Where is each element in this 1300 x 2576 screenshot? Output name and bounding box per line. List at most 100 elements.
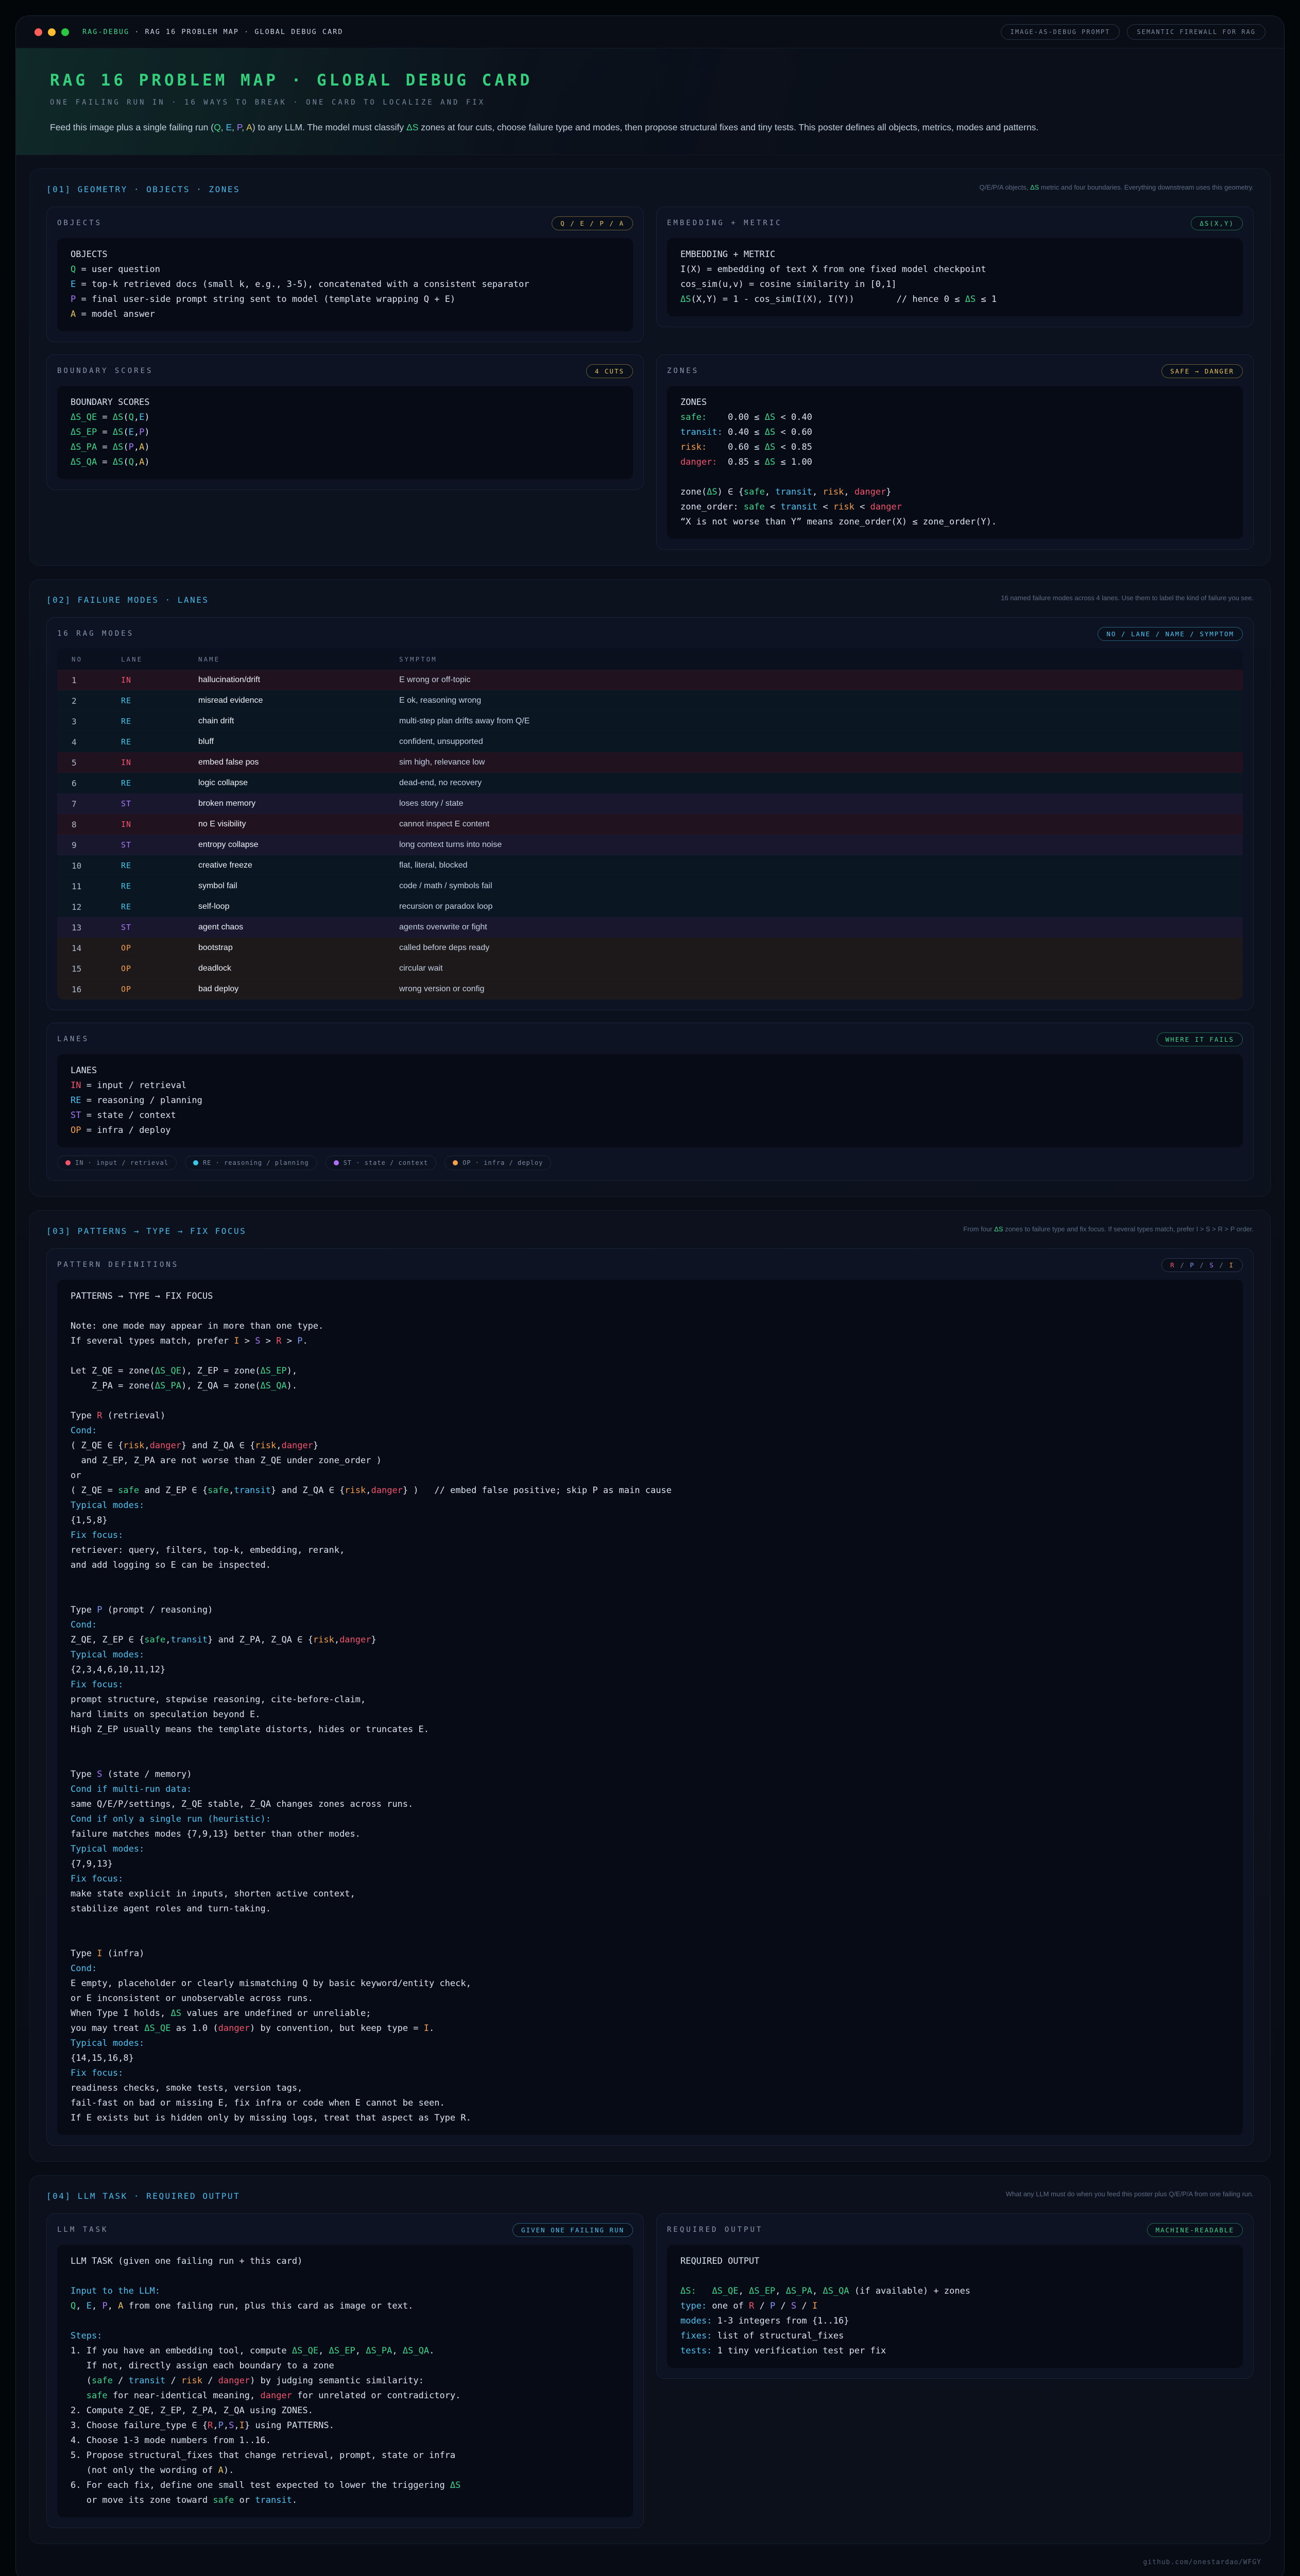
table-row: 10REcreative freezeflat, literal, blocke… [57, 855, 1243, 876]
column-header-no: NO [72, 655, 121, 663]
cell-symptom: agents overwrite or fight [399, 923, 1228, 932]
cell-lane: RE [121, 717, 198, 726]
table-row: 2REmisread evidenceE ok, reasoning wrong [57, 690, 1243, 711]
code-line: LANES [71, 1063, 1229, 1078]
code-line [71, 1573, 1229, 1588]
code-line: risk: 0.60 ≤ ΔS < 0.85 [680, 440, 1229, 455]
cell-lane: RE [121, 696, 198, 705]
cell-name: deadlock [198, 964, 399, 973]
modes-table: NO LANE NAME SYMPTOM 1INhallucination/dr… [57, 649, 1243, 999]
code-line: E empty, placeholder or clearly mismatch… [71, 1976, 1229, 1991]
code-line: 1. If you have an embedding tool, comput… [71, 2344, 620, 2359]
code-block-required-output: REQUIRED OUTPUT ΔS: ΔS_QE, ΔS_EP, ΔS_PA,… [667, 2245, 1243, 2368]
code-line: Type P (prompt / reasoning) [71, 1603, 1229, 1618]
cell-no: 6 [72, 778, 121, 788]
lane-color-dot-icon [193, 1160, 198, 1165]
close-window-icon[interactable] [35, 28, 42, 36]
cell-symptom: recursion or paradox loop [399, 902, 1228, 911]
code-line: readiness checks, smoke tests, version t… [71, 2081, 1229, 2096]
code-line: (safe / transit / risk / danger) by judg… [71, 2374, 620, 2388]
cell-lane: RE [121, 778, 198, 788]
code-line: or E inconsistent or unobservable across… [71, 1991, 1229, 2006]
hero-banner: RAG 16 PROBLEM MAP · GLOBAL DEBUG CARD O… [16, 48, 1284, 155]
code-line: make state explicit in inputs, shorten a… [71, 1887, 1229, 1902]
code-line: ΔS_EP = ΔS(E,P) [71, 425, 620, 440]
lane-color-dot-icon [65, 1160, 71, 1165]
cell-no: 4 [72, 737, 121, 747]
code-line: you may treat ΔS_QE as 1.0 (danger) by c… [71, 2021, 1229, 2036]
code-line [71, 2314, 620, 2329]
table-header: NO LANE NAME SYMPTOM [57, 649, 1243, 670]
badge-image-as-debug-prompt: IMAGE-AS-DEBUG PROMPT [1001, 24, 1120, 40]
code-block-patterns: PATTERNS → TYPE → FIX FOCUS Note: one mo… [57, 1280, 1243, 2135]
cell-lane: RE [121, 882, 198, 891]
code-line: ΔS(X,Y) = 1 - cos_sim(I(X), I(Y)) // hen… [680, 292, 1229, 307]
legend-chip: ST · state / context [326, 1156, 437, 1170]
panel-label: EMBEDDING + METRIC [667, 219, 782, 227]
section-title: [03] PATTERNS → TYPE → FIX FOCUS [46, 1224, 246, 1236]
code-line: 6. For each fix, define one small test e… [71, 2478, 620, 2493]
cell-name: self-loop [198, 902, 399, 911]
minimize-window-icon[interactable] [48, 28, 56, 36]
code-line: {2,3,4,6,10,11,12} [71, 1663, 1229, 1677]
table-row: 13STagent chaosagents overwrite or fight [57, 917, 1243, 938]
cell-no: 16 [72, 985, 121, 994]
code-line: PATTERNS → TYPE → FIX FOCUS [71, 1289, 1229, 1304]
cell-no: 10 [72, 861, 121, 871]
cell-no: 13 [72, 923, 121, 933]
cell-symptom: flat, literal, blocked [399, 861, 1228, 870]
lane-color-dot-icon [453, 1160, 458, 1165]
code-line: failure matches modes {7,9,13} better th… [71, 1827, 1229, 1842]
code-line: E = top-k retrieved docs (small k, e.g.,… [71, 277, 620, 292]
code-line: Note: one mode may appear in more than o… [71, 1319, 1229, 1334]
code-line: If several types match, prefer I > S > R… [71, 1334, 1229, 1349]
section-note: From four ΔS zones to failure type and f… [963, 1224, 1254, 1234]
code-block-zones: ZONESsafe: 0.00 ≤ ΔS < 0.40transit: 0.40… [667, 386, 1243, 539]
section-note: Q/E/P/A objects, ΔS metric and four boun… [980, 182, 1254, 192]
panel-label: PATTERN DEFINITIONS [57, 1261, 179, 1269]
cell-no: 15 [72, 964, 121, 974]
code-line: stabilize agent roles and turn-taking. [71, 1902, 1229, 1917]
cell-lane: OP [121, 985, 198, 994]
code-line: RE = reasoning / planning [71, 1093, 1229, 1108]
panel-label: LLM TASK [57, 2226, 108, 2234]
code-line: Typical modes: [71, 2036, 1229, 2051]
section-patterns-type-fix-focus: [03] PATTERNS → TYPE → FIX FOCUS From fo… [29, 1210, 1271, 2162]
code-line: “X is not worse than Y” means zone_order… [680, 515, 1229, 530]
cell-lane: IN [121, 820, 198, 829]
panel-lanes: LANES WHERE IT FAILS LANESIN = input / r… [46, 1023, 1254, 1181]
code-line: Cond if only a single run (heuristic): [71, 1812, 1229, 1827]
cell-name: entropy collapse [198, 840, 399, 850]
section-geometry-objects-zones: [01] GEOMETRY · OBJECTS · ZONES Q/E/P/A … [29, 168, 1271, 566]
maximize-window-icon[interactable] [61, 28, 69, 36]
panel-pill-rpsi: R / P / S / I [1161, 1258, 1243, 1272]
code-line: zone_order: safe < transit < risk < dang… [680, 500, 1229, 515]
code-line: hard limits on speculation beyond E. [71, 1707, 1229, 1722]
code-line: EMBEDDING + METRIC [680, 247, 1229, 262]
code-line: Cond: [71, 1423, 1229, 1438]
table-row: 3REchain driftmulti-step plan drifts awa… [57, 711, 1243, 732]
github-link[interactable]: github.com/onestardao/WFGY [1143, 2558, 1262, 2566]
cell-no: 14 [72, 943, 121, 953]
cell-lane: IN [121, 675, 198, 685]
cell-symptom: called before deps ready [399, 943, 1228, 953]
code-line: ΔS: ΔS_QE, ΔS_EP, ΔS_PA, ΔS_QA (if avail… [680, 2284, 1229, 2299]
code-line: 5. Propose structural_fixes that change … [71, 2448, 620, 2463]
table-row: 9STentropy collapselong context turns in… [57, 835, 1243, 855]
lanes-legend: IN · input / retrievalRE · reasoning / p… [57, 1156, 1243, 1170]
panel-pill-safe-danger: SAFE → DANGER [1161, 364, 1243, 378]
code-line: safe for near-identical meaning, danger … [71, 2388, 620, 2403]
section-title: [02] FAILURE MODES · LANES [46, 593, 209, 605]
code-line: REQUIRED OUTPUT [680, 2254, 1229, 2269]
panel-pill-given-one-failing-run: GIVEN ONE FAILING RUN [512, 2223, 633, 2237]
panel-pill-delta-s: ΔS(X,Y) [1191, 216, 1243, 230]
cell-name: bootstrap [198, 943, 399, 953]
panel-required-output: REQUIRED OUTPUT MACHINE-READABLE REQUIRE… [656, 2213, 1254, 2379]
section-note: 16 named failure modes across 4 lanes. U… [1001, 593, 1254, 603]
cell-name: creative freeze [198, 861, 399, 870]
code-line: Typical modes: [71, 1498, 1229, 1513]
cell-no: 1 [72, 675, 121, 685]
code-line: 4. Choose 1-3 mode numbers from 1..16. [71, 2433, 620, 2448]
panel-label: 16 RAG MODES [57, 630, 134, 638]
code-line: same Q/E/P/settings, Z_QE stable, Z_QA c… [71, 1797, 1229, 1812]
